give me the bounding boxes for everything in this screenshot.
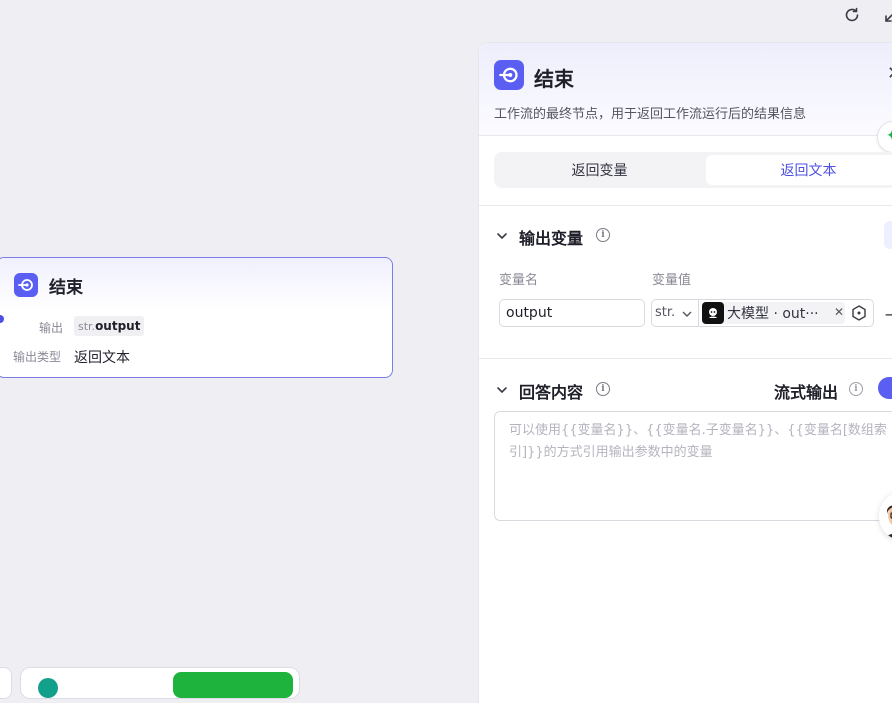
info-icon[interactable]: i [596,382,610,396]
remove-reference-icon[interactable]: ✕ [834,305,844,319]
chevron-down-icon[interactable] [495,229,509,243]
run-button[interactable] [173,672,293,698]
toolbar-status-icon[interactable] [38,678,58,698]
variable-reference-label: 大模型 · out··· [727,306,819,322]
output-variable-tag: str. output [74,316,145,336]
tab-return-variable[interactable]: 返回变量 [497,155,702,185]
answer-section-title: 回答内容 [519,383,584,402]
remove-row-icon[interactable]: − [884,305,892,324]
panel-header: 结束 ✕ 工作流的最终节点，用于返回工作流运行后的结果信息 [479,43,892,136]
node-output-type-value: 返回文本 [74,350,130,366]
end-node-card[interactable]: 结束 输出 str. output 输出类型 返回文本 [0,257,393,378]
refresh-icon[interactable] [842,5,862,25]
variable-name-column-label: 变量名 [499,273,539,288]
toolbar-left-panel[interactable] [0,667,12,699]
info-icon[interactable]: i [849,382,863,396]
stream-output-toggle[interactable] [878,377,892,399]
node-output-type-label: 输出类型 [13,350,62,364]
bottom-toolbar [20,667,300,699]
tab-return-text[interactable]: 返回文本 [706,155,892,185]
info-icon[interactable]: i [596,228,610,242]
input-port[interactable] [0,315,4,323]
node-config-panel: 结束 ✕ 工作流的最终节点，用于返回工作流运行后的结果信息 ✦ 返回变量 返回文… [478,42,892,703]
close-icon[interactable]: ✕ [887,63,892,84]
variable-name-input[interactable]: output [499,299,645,327]
end-node-icon [14,273,38,297]
node-title: 结束 [49,278,83,298]
variable-type-select[interactable]: str. [651,299,698,327]
output-variable-name: output [95,319,141,333]
chevron-down-icon [682,311,692,317]
variable-type-value: str. [655,305,676,320]
chevron-down-icon[interactable] [495,383,509,397]
end-node-icon [494,60,524,90]
output-mode-tabs: 返回变量 返回文本 [494,152,892,188]
output-section-title: 输出变量 [519,229,584,248]
collapse-icon[interactable] [882,5,892,25]
divider [479,205,892,206]
variable-picker-icon[interactable] [851,305,867,321]
add-variable-button[interactable] [884,221,892,249]
node-output-label: 输出 [39,321,64,335]
llm-node-icon [702,302,724,324]
variable-value-field[interactable]: 大模型 · out··· ✕ [698,299,874,327]
panel-title: 结束 [534,67,574,91]
variable-reference-chip[interactable]: 大模型 · out··· ✕ [702,302,845,324]
variable-value-column-label: 变量值 [652,273,692,288]
answer-content-textarea[interactable]: 可以使用{{变量名}}、{{变量名.子变量名}}、{{变量名[数组索引]}}的方… [494,411,892,521]
divider [479,358,892,359]
output-type-prefix: str. [78,319,96,333]
stream-output-label: 流式输出 [774,383,839,402]
panel-description: 工作流的最终节点，用于返回工作流运行后的结果信息 [494,107,807,122]
